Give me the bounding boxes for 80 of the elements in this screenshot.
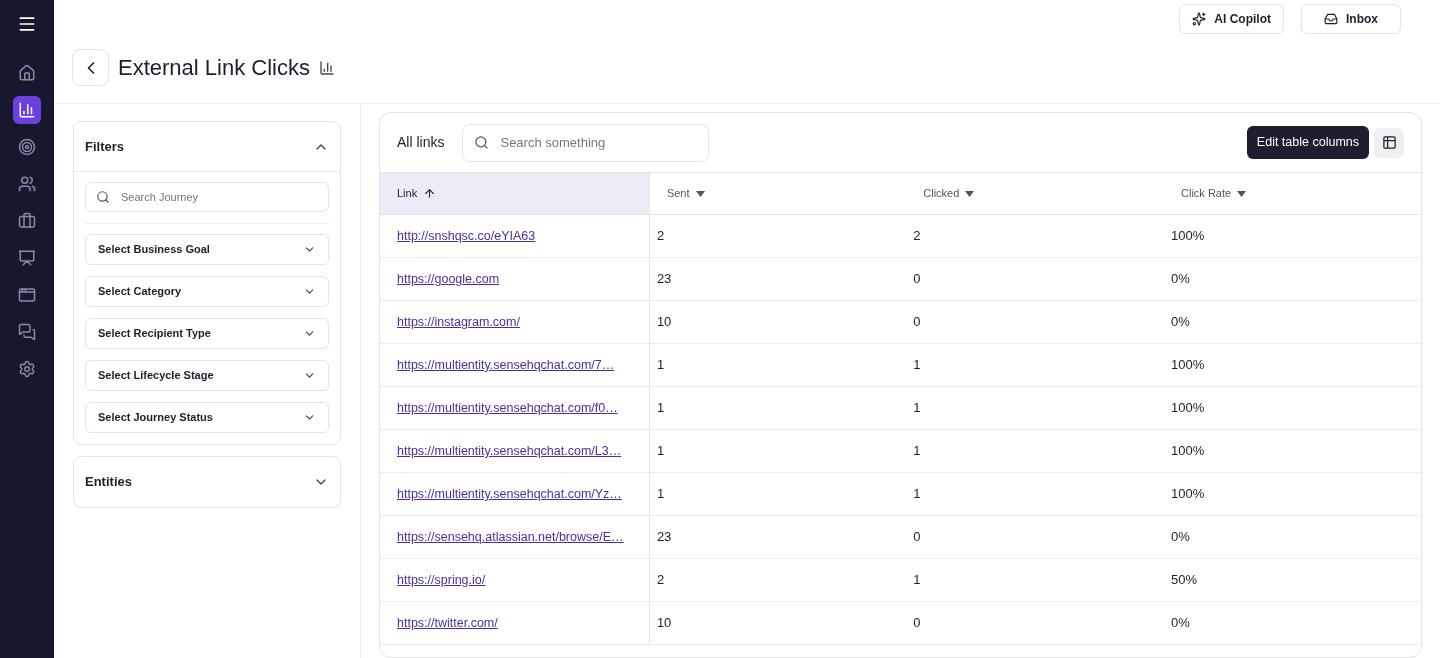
column-header[interactable]: Clicked — [906, 172, 1165, 215]
table-cell: 1 — [656, 486, 665, 502]
table-cell: 23 — [656, 529, 672, 545]
link-url[interactable]: http://snshqsc.co/eYIA63 — [397, 229, 536, 244]
link-url[interactable]: https://google.com — [397, 272, 500, 287]
table-cell: 2 — [913, 228, 921, 244]
search-icon — [474, 134, 490, 150]
table-cell: 1 — [913, 400, 921, 416]
column-label: Sent — [666, 186, 690, 202]
briefcase-icon — [18, 212, 36, 230]
table-cell: 0 — [913, 529, 921, 545]
tooltip: Edit table columns — [1246, 126, 1369, 159]
table-cell: 1 — [913, 443, 921, 459]
section-header[interactable]: Filters — [74, 122, 340, 172]
table-cell: 100% — [1171, 443, 1205, 459]
table-cell: 10 — [656, 314, 672, 330]
select-dropdown[interactable]: Select Lifecycle Stage — [85, 360, 329, 391]
table-cell: 0 — [913, 314, 921, 330]
link-url[interactable]: https://sensehq.atlassian.net/browse/E… — [397, 530, 624, 545]
column-header[interactable]: Click Rate — [1164, 172, 1421, 215]
table-cell: 1 — [656, 400, 665, 416]
table-cell: 100% — [1171, 228, 1205, 244]
table-cell: 10 — [656, 615, 672, 631]
link-url[interactable]: https://instagram.com/ — [397, 315, 520, 330]
table-cell: 0% — [1171, 314, 1190, 330]
table-cell: 0% — [1171, 615, 1190, 631]
panel-title: All links — [397, 133, 445, 152]
window-icon — [18, 286, 36, 304]
column-label: Click Rate — [1181, 186, 1232, 202]
team-icon — [18, 249, 36, 267]
column-header[interactable]: Sent — [649, 172, 907, 215]
table-cell: 0 — [913, 615, 921, 631]
table-cell: 1 — [656, 357, 665, 373]
select-dropdown[interactable]: Select Business Goal — [85, 234, 329, 265]
columns-button[interactable] — [1374, 127, 1404, 158]
target-icon — [18, 138, 36, 156]
table-cell: 100% — [1171, 400, 1205, 416]
table-icon — [1381, 135, 1397, 150]
link-url[interactable]: https://spring.io/ — [397, 573, 486, 588]
table-cell: 100% — [1171, 357, 1205, 373]
link-url[interactable]: https://multientity.sensehqchat.com/L3… — [397, 444, 622, 459]
select-dropdown[interactable]: Select Category — [85, 276, 329, 307]
nav-item[interactable] — [13, 96, 41, 124]
bar-chart-icon — [318, 59, 335, 76]
search-field[interactable]: Search Journey — [85, 182, 329, 212]
table-cell: 1 — [913, 357, 921, 373]
table-cell: 0 — [913, 271, 921, 287]
table-cell: 1 — [913, 572, 921, 588]
chat-icon — [18, 323, 36, 341]
people-icon — [18, 175, 36, 193]
table-cell: 2 — [656, 228, 665, 244]
column-label: Link — [397, 186, 418, 202]
column-header[interactable]: Link — [380, 172, 650, 215]
bar-chart-icon — [18, 101, 36, 119]
search-field[interactable]: Search something — [462, 123, 710, 162]
link-url[interactable]: https://multientity.sensehqchat.com/7… — [397, 358, 615, 373]
menu-icon — [17, 14, 37, 34]
table-cell: 23 — [656, 271, 672, 287]
link-url[interactable]: https://multientity.sensehqchat.com/f0… — [397, 401, 618, 416]
link-url[interactable]: https://twitter.com/ — [397, 616, 498, 631]
settings-icon — [18, 360, 36, 378]
table-cell: 1 — [656, 443, 665, 459]
table-cell: 2 — [656, 572, 665, 588]
table-cell: 50% — [1171, 572, 1198, 588]
home-icon — [18, 64, 36, 82]
link-url[interactable]: https://multientity.sensehqchat.com/Yz… — [397, 487, 622, 502]
table-cell: 0% — [1171, 271, 1190, 287]
section-header[interactable]: Entities — [74, 457, 340, 507]
table-cell: 1 — [913, 486, 921, 502]
search-icon — [96, 190, 110, 204]
column-label: Clicked — [923, 186, 960, 202]
select-dropdown[interactable]: Select Journey Status — [85, 402, 329, 433]
select-dropdown[interactable]: Select Recipient Type — [85, 318, 329, 349]
header-button[interactable]: AI Copilot — [1179, 3, 1284, 34]
table-cell: 100% — [1171, 486, 1205, 502]
sparkle-icon — [1192, 11, 1207, 26]
table-cell: 0% — [1171, 529, 1190, 545]
page-title: External Link Clicks — [118, 54, 310, 82]
header-button[interactable]: Inbox — [1301, 3, 1401, 34]
inbox-icon — [1324, 11, 1338, 26]
